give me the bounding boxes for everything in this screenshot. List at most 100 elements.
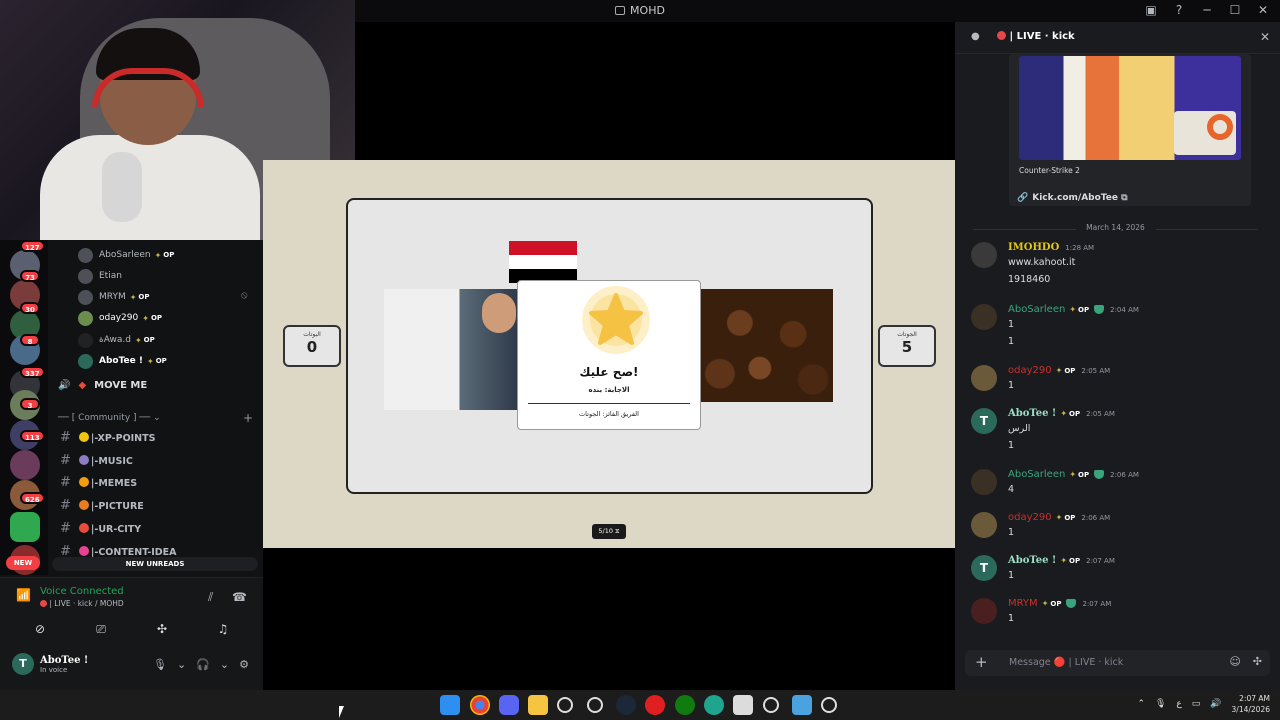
voice-user[interactable]: AboTee !OP	[78, 352, 167, 370]
voice-user[interactable]: oday290OP	[78, 309, 162, 327]
avatar: T	[971, 408, 997, 434]
obs-icon[interactable]	[821, 697, 837, 713]
text-channel[interactable]: # |-XP-POINTS	[60, 430, 155, 445]
op-tag: OP	[1069, 305, 1089, 314]
apps-icon[interactable]: ✣	[1253, 655, 1262, 668]
screen-share-button[interactable]: ⎚	[73, 618, 129, 640]
settings-icon[interactable]	[587, 697, 603, 713]
voice-user[interactable]: Etian	[78, 267, 122, 285]
voice-user[interactable]: AboSarleenOP	[78, 246, 174, 264]
user-status: In voice	[40, 665, 68, 674]
discord-window: MOHD ▣ ? ─ ☐ ✕ 127 73 30 8 337 3 113 626…	[0, 0, 1280, 690]
gear-icon[interactable]	[763, 697, 779, 713]
signal-icon[interactable]: 📶	[16, 588, 31, 602]
popup-answer: الاجابة: بنده	[588, 386, 630, 394]
unread-badge: 127	[20, 240, 45, 252]
new-unreads-bar[interactable]: NEW UNREADS	[52, 557, 258, 571]
microphone-icon[interactable]: 🎙	[153, 658, 167, 671]
chevron-down-icon[interactable]: ⌄	[220, 658, 229, 671]
notepad-icon[interactable]	[792, 695, 812, 715]
author-name[interactable]: AboSarleen	[1008, 469, 1065, 480]
disconnect-icon[interactable]: ☎	[232, 590, 247, 604]
chevron-down-icon[interactable]: ⌄	[177, 658, 186, 671]
counter-strike-artwork	[1019, 56, 1241, 160]
message-input[interactable]: Message 🔴 | LIVE · kick	[1009, 657, 1123, 668]
unread-badge: 113	[20, 430, 45, 442]
help-icon[interactable]: ?	[1170, 3, 1188, 17]
unread-badge: 8	[20, 334, 40, 346]
link-icon: 🔗	[1017, 193, 1029, 203]
hash-icon: #	[60, 498, 71, 513]
businessman-photo	[384, 289, 520, 410]
windows-start-icon[interactable]	[440, 695, 460, 715]
stream-letterbox-top	[355, 22, 955, 160]
steam-icon[interactable]	[616, 695, 636, 715]
voice-user[interactable]: ةAwa.dOP	[78, 331, 155, 349]
discord-icon[interactable]	[499, 695, 519, 715]
message-composer[interactable]: + Message 🔴 | LIVE · kick ☺ ✣	[965, 650, 1270, 676]
author-name[interactable]: oday290	[1008, 365, 1052, 376]
camera-off-button[interactable]: ⊘	[12, 618, 68, 640]
channel-emoji	[78, 545, 89, 556]
noise-suppression-icon[interactable]: ⫽	[208, 590, 213, 605]
headphones-icon[interactable]: 🎧	[196, 658, 210, 671]
xbox-icon[interactable]	[675, 695, 695, 715]
hash-icon: #	[60, 453, 71, 468]
avatar	[78, 332, 93, 348]
language-indicator[interactable]: ع	[1176, 699, 1181, 709]
coffee-beans-photo	[700, 289, 833, 402]
author-name[interactable]: IMOHDO	[1008, 242, 1059, 253]
gallery-icon[interactable]: ▣	[1142, 3, 1160, 17]
author-name[interactable]: AboTee !	[1008, 555, 1056, 566]
author-name[interactable]: AboSarleen	[1008, 304, 1065, 315]
text-channel[interactable]: # |-MEMES	[60, 475, 137, 490]
minimize-icon[interactable]: ─	[1198, 3, 1216, 17]
close-icon[interactable]: ✕	[1254, 3, 1272, 17]
kick-link[interactable]: 🔗 Kick.com/AboTee ⧉	[1017, 193, 1128, 203]
clock[interactable]: 2:07 AM 3/14/2026	[1232, 693, 1270, 715]
gear-icon[interactable]: ⚙	[239, 658, 249, 671]
new-pill[interactable]: NEW	[6, 556, 40, 570]
emoji-icon[interactable]: ☺	[1229, 655, 1240, 668]
author-name[interactable]: MRYM	[1008, 598, 1038, 609]
user-name: AboTee !	[40, 654, 89, 666]
edge-icon[interactable]	[704, 695, 724, 715]
text-channel[interactable]: # |-UR-CITY	[60, 521, 141, 536]
volume-icon[interactable]: 🔊	[1210, 699, 1221, 709]
maximize-icon[interactable]: ☐	[1226, 3, 1244, 17]
close-chat-icon[interactable]: ✕	[1260, 30, 1270, 44]
microphone-icon[interactable]: 🎙	[1155, 699, 1166, 709]
author-name[interactable]: oday290	[1008, 512, 1052, 523]
voice-location[interactable]: | LIVE · kick / MOHD	[40, 599, 124, 608]
soundboard-button[interactable]: ♫	[195, 618, 251, 640]
server-icon[interactable]	[10, 450, 40, 480]
add-attachment-icon[interactable]: +	[975, 653, 988, 671]
unread-badge: 30	[20, 302, 40, 314]
avatar	[78, 353, 93, 369]
op-tag: OP	[147, 357, 167, 366]
activities-button[interactable]: ✣	[134, 618, 190, 640]
sync-icon[interactable]	[557, 697, 573, 713]
network-icon[interactable]: ▭	[1192, 699, 1201, 709]
diamond-icon: ◆	[78, 380, 87, 391]
face	[482, 293, 516, 333]
text-channel[interactable]: # |-MUSIC	[60, 453, 133, 468]
add-channel-icon[interactable]: +	[243, 411, 253, 425]
file-explorer-icon[interactable]	[528, 695, 548, 715]
server-icon[interactable]	[10, 512, 40, 542]
chevron-up-icon[interactable]: ⌃	[1137, 699, 1145, 709]
text-channel[interactable]: # |-PICTURE	[60, 498, 144, 513]
chrome-icon[interactable]	[470, 695, 490, 715]
author-name[interactable]: AboTee !	[1008, 408, 1056, 419]
avatar	[971, 365, 997, 391]
score-right: الجوتات 5	[878, 325, 936, 367]
system-tray: ⌃ 🎙 ع ▭ 🔊 2:07 AM 3/14/2026	[1137, 693, 1270, 715]
voice-channel-move-me[interactable]: 🔊 ◆ MOVE ME	[58, 380, 147, 391]
user-controls: 🎙 ⌄ 🎧 ⌄ ⚙	[153, 658, 249, 671]
game-embed[interactable]: Counter-Strike 2	[1009, 54, 1251, 206]
user-panel[interactable]: T AboTee ! In voice	[12, 653, 88, 675]
youtube-icon[interactable]	[645, 695, 665, 715]
store-icon[interactable]	[733, 695, 753, 715]
category-header[interactable]: ── [ Community ] ── ⌄ +	[58, 411, 253, 425]
voice-user[interactable]: MRYMOP	[78, 288, 150, 306]
